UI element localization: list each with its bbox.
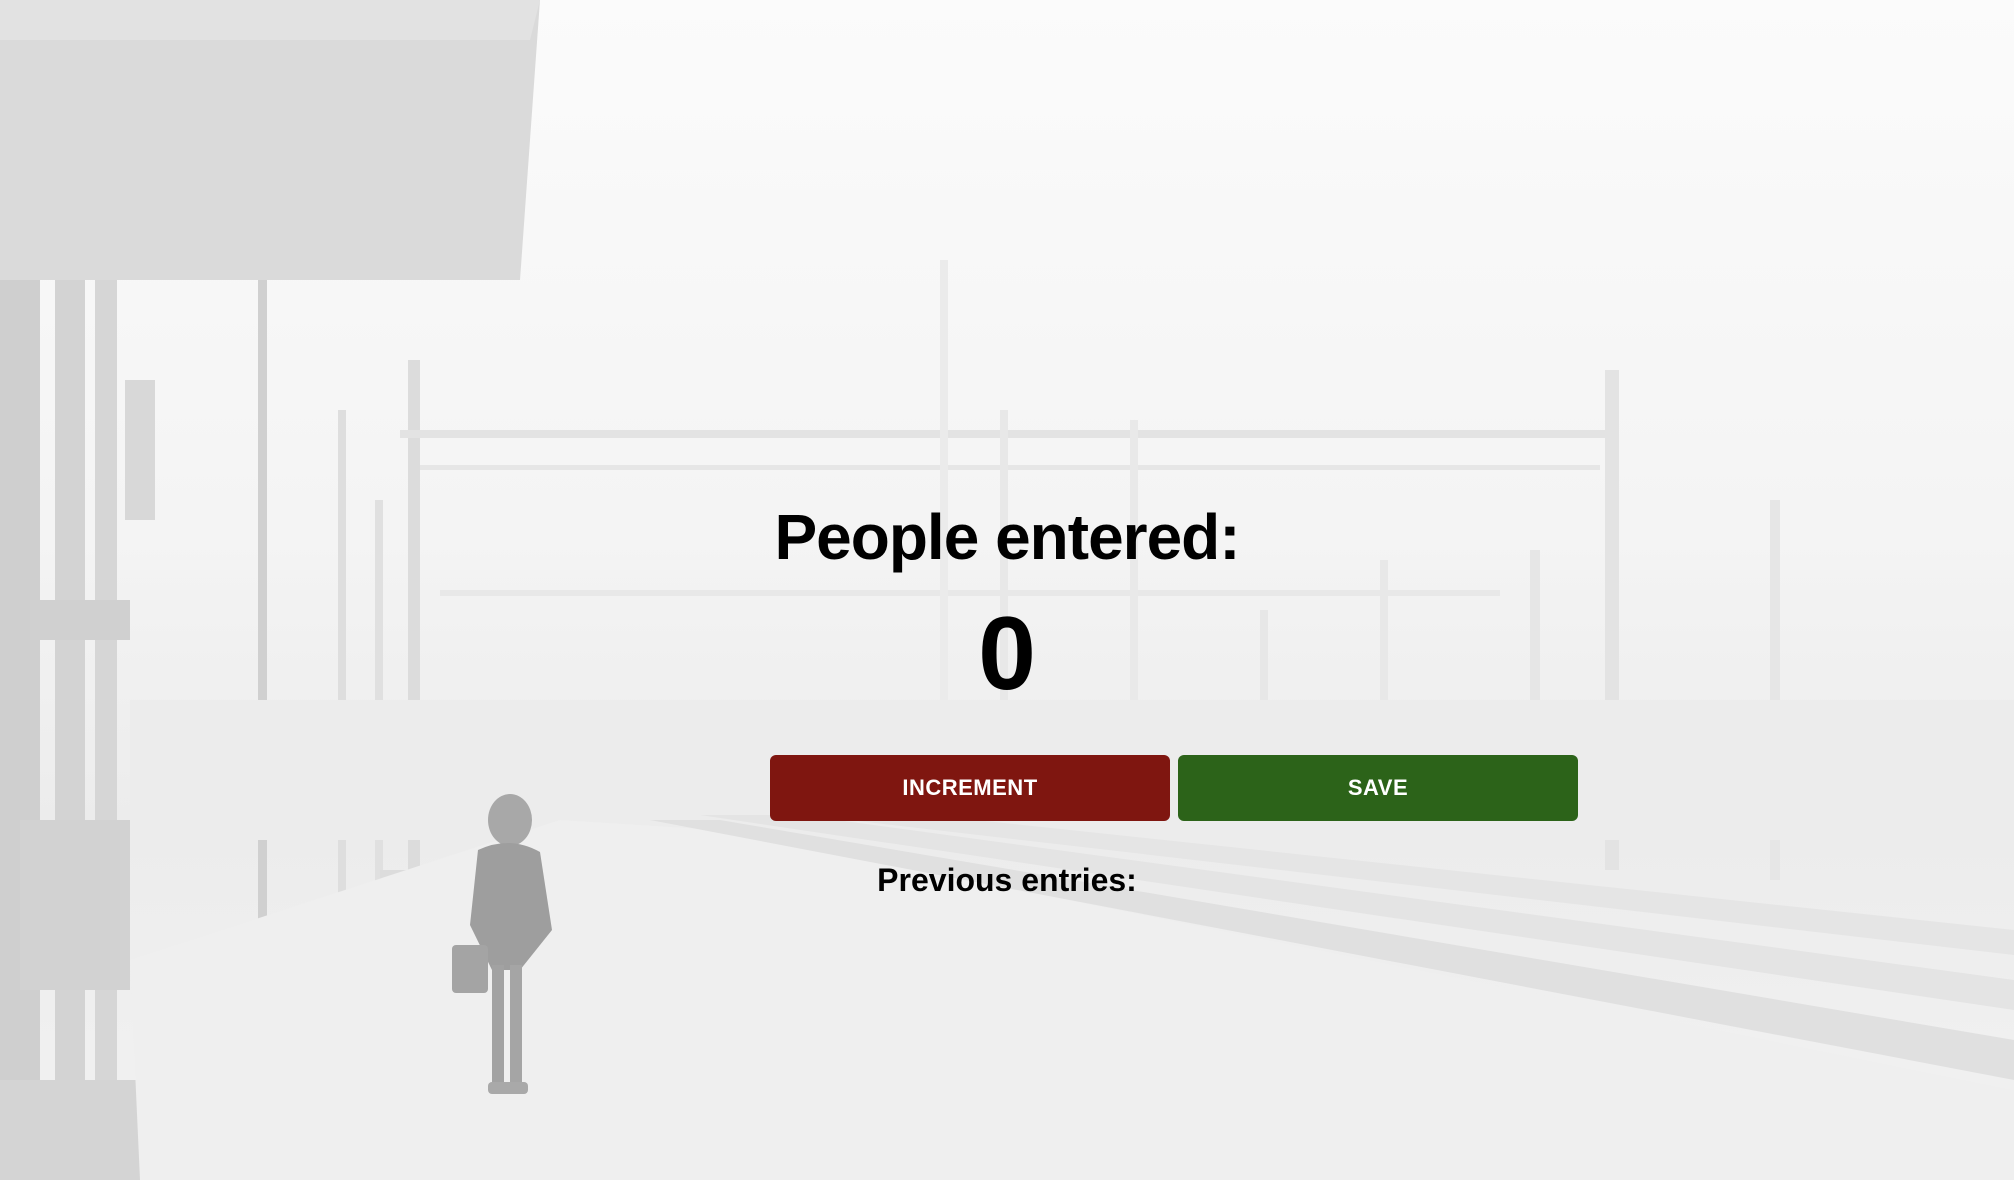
counter-app: People entered: 0 INCREMENT SAVE Previou… [0,0,2014,1180]
count-display: 0 [978,596,1036,712]
previous-entries-heading: Previous entries: [877,862,1137,898]
increment-button[interactable]: INCREMENT [770,755,1170,821]
save-button[interactable]: SAVE [1178,755,1578,821]
page-title: People entered: [774,501,1240,573]
previous-entries-list [0,910,2014,920]
